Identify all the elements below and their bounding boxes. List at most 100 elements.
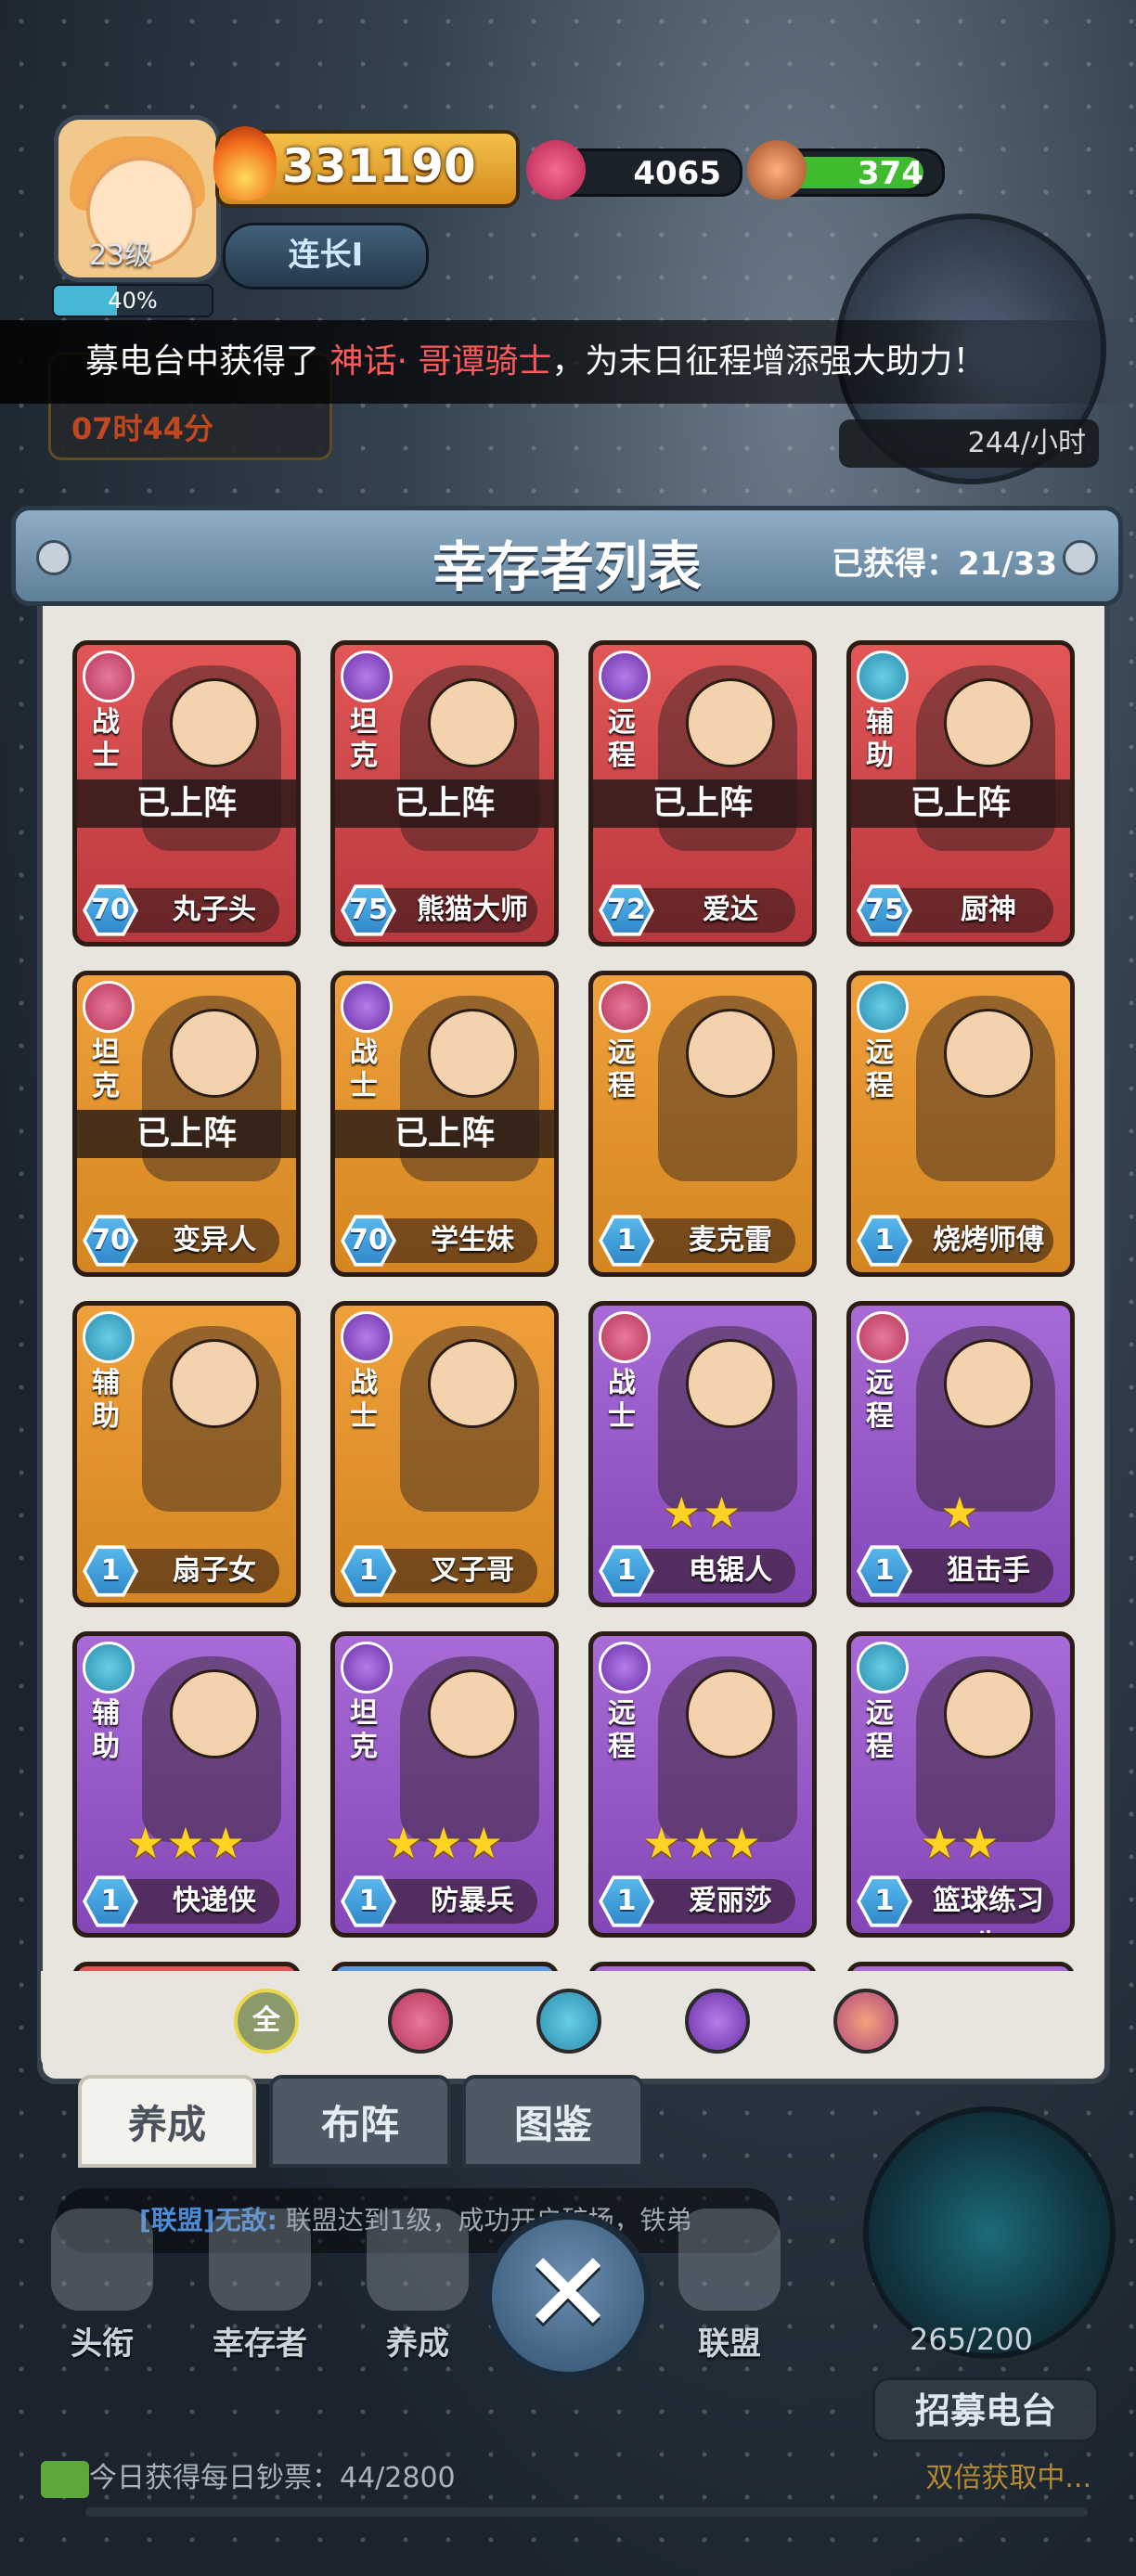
role-label: 坦克	[92, 1037, 120, 1102]
nav-label: 联盟	[698, 2325, 761, 2363]
survivor-name: 防暴兵	[431, 1885, 514, 1917]
deployed-badge: 已上阵	[335, 779, 554, 828]
portrait-head	[944, 1009, 1033, 1098]
portrait-head	[944, 678, 1033, 767]
role-label: 坦克	[350, 1697, 378, 1763]
nav-survivors[interactable]: 幸存者	[186, 2209, 334, 2363]
gem-icon	[526, 140, 586, 200]
survivor-portrait	[142, 1656, 281, 1842]
nav-develop[interactable]: 养成	[343, 2209, 492, 2363]
survivor-card[interactable]: 远程 麦克雷 1	[588, 971, 817, 1277]
survivor-card[interactable]: 战士 已上阵 学生妹 70	[330, 971, 559, 1277]
broadcast-marquee: 募电台中获得了 神话· 哥谭骑士，为末日征程增添强大助力！	[0, 320, 1136, 404]
gem-resource[interactable]: 4065	[526, 140, 742, 200]
tab-codex[interactable]: 图鉴	[462, 2075, 644, 2168]
survivor-card[interactable]: 战士 已上阵 丸子头 70	[72, 640, 301, 947]
portrait-head	[944, 1339, 1033, 1428]
survivor-card[interactable]: 远程 ★★ 篮球练习生 1	[846, 1631, 1075, 1938]
survivor-card[interactable]: 坦克 已上阵 熊猫大师 75	[330, 640, 559, 947]
survivor-portrait	[400, 1326, 539, 1512]
survivor-level: 75	[349, 894, 388, 926]
ranged-icon	[599, 650, 651, 702]
star-rating: ★★★	[384, 1818, 505, 1868]
star-rating: ★★	[920, 1818, 1001, 1868]
portrait-head	[170, 1009, 259, 1098]
nav-label: 头衔	[71, 2325, 134, 2363]
level-hex: 1	[857, 1543, 912, 1599]
production-rate: 244/小时	[839, 419, 1099, 468]
level-hex: 1	[341, 1874, 396, 1929]
level-hex: 72	[599, 882, 654, 938]
survivor-level: 1	[358, 1885, 379, 1917]
survivor-card[interactable]: 辅助 ★★★ 快递侠 1	[72, 1631, 301, 1938]
star-rating: ★★★	[642, 1818, 763, 1868]
rank-badge[interactable]: 连长Ⅰ	[223, 223, 429, 290]
filter-all-button[interactable]: 全	[234, 1989, 299, 2054]
survivor-card[interactable]: 远程 ★★★ 爱丽莎 1	[588, 1631, 817, 1938]
tab-develop[interactable]: 养成	[78, 2075, 256, 2168]
nav-title[interactable]: 头衔	[28, 2209, 176, 2363]
portrait-head	[686, 1009, 775, 1098]
double-status: 双倍获取中...	[925, 2462, 1091, 2494]
warrior-icon	[599, 1311, 651, 1363]
survivor-portrait	[658, 1656, 797, 1842]
meat-resource[interactable]: 374	[747, 140, 945, 200]
role-label: 辅助	[92, 1367, 120, 1433]
marquee-text: 募电台中获得了 神话· 哥谭骑士，为末日征程增添强大助力！	[85, 320, 986, 404]
tank-icon	[599, 1642, 651, 1694]
role-label: 远程	[608, 1697, 636, 1763]
survivor-portrait	[142, 1326, 281, 1512]
survivor-portrait	[658, 996, 797, 1181]
survivor-name: 爱丽莎	[689, 1885, 772, 1917]
portrait-head	[686, 1339, 775, 1428]
survivor-name: 扇子女	[173, 1554, 256, 1587]
portrait-head	[170, 678, 259, 767]
survivor-card[interactable]: 坦克 已上阵 变异人 70	[72, 971, 301, 1277]
level-hex: 1	[857, 1874, 912, 1929]
power-value: 331190	[282, 139, 476, 193]
survivor-card[interactable]: 辅助 已上阵 厨神 75	[846, 640, 1075, 947]
survivor-level: 1	[874, 1554, 895, 1587]
daily-cash-row: 今日获得每日钞票：44/2800 双倍获取中...	[28, 2450, 1104, 2507]
survivor-level: 1	[874, 1885, 895, 1917]
portrait-head	[686, 678, 775, 767]
survivor-card[interactable]: 坦克 ★★★ 防暴兵 1	[330, 1631, 559, 1938]
survivor-name: 烧烤师傅	[933, 1224, 1044, 1256]
level-hex: 1	[83, 1543, 138, 1599]
nav-alliance[interactable]: 联盟	[655, 2209, 804, 2363]
close-button[interactable]: ✕	[484, 2212, 652, 2379]
role-label: 远程	[866, 1037, 894, 1102]
support-icon	[857, 1642, 909, 1694]
daily-cash-text: 今日获得每日钞票：44/2800	[89, 2462, 456, 2494]
level-hex: 1	[599, 1874, 654, 1929]
recruit-station-button[interactable]: 招募电台	[872, 2377, 1099, 2442]
survivor-card[interactable]: 战士 ★★ 电锯人 1	[588, 1301, 817, 1607]
tank-icon	[341, 1642, 393, 1694]
level-hex: 75	[341, 882, 396, 938]
recruit-count: 265/200	[910, 2322, 1033, 2357]
filter-all-label: 全	[252, 2004, 280, 2037]
level-hex: 70	[83, 882, 138, 938]
tab-formation[interactable]: 布阵	[269, 2075, 451, 2168]
portrait-head	[428, 678, 517, 767]
deployed-badge: 已上阵	[77, 779, 296, 828]
filter-warrior-icon[interactable]	[388, 1989, 453, 2054]
role-label: 战士	[350, 1367, 378, 1433]
portrait-head	[686, 1669, 775, 1758]
survivor-portrait	[916, 1656, 1055, 1842]
nav-label: 养成	[386, 2325, 449, 2363]
panel-header: 幸存者列表 已获得：21/33	[11, 506, 1123, 606]
survivor-card[interactable]: 远程 已上阵 爱达 72	[588, 640, 817, 947]
tank-icon	[341, 981, 393, 1033]
survivor-card[interactable]: 战士 叉子哥 1	[330, 1301, 559, 1607]
survivor-card[interactable]: 远程 ★ 狙击手 1	[846, 1301, 1075, 1607]
filter-tank-icon[interactable]	[685, 1989, 750, 2054]
role-label: 远程	[608, 706, 636, 772]
gem-count: 4065	[633, 155, 721, 192]
filter-fire-icon[interactable]	[833, 1989, 898, 2054]
survivor-card[interactable]: 远程 烧烤师傅 1	[846, 971, 1075, 1277]
survivor-name: 熊猫大师	[417, 894, 528, 926]
level-hex: 70	[83, 1213, 138, 1269]
filter-support-icon[interactable]	[536, 1989, 601, 2054]
survivor-card[interactable]: 辅助扇子女 1	[72, 1301, 301, 1607]
